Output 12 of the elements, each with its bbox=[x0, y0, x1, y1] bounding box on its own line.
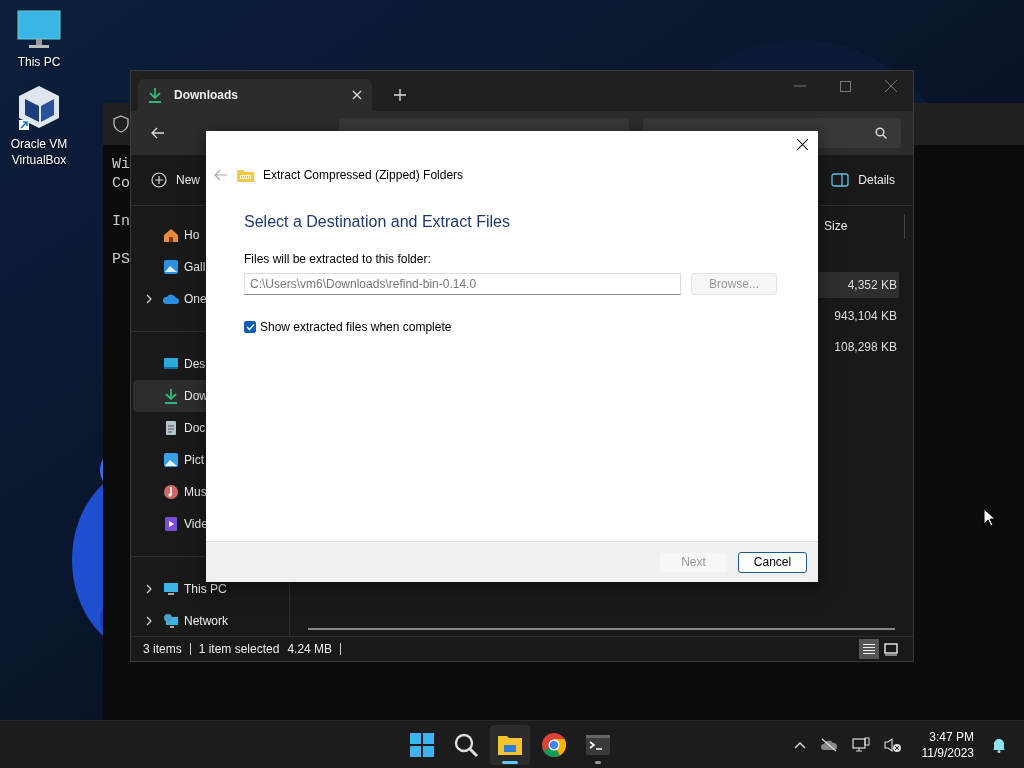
terminal-line: PS bbox=[112, 250, 130, 269]
size-cell-text: 108,298 KB bbox=[833, 339, 898, 356]
terminal-line: Co bbox=[112, 174, 130, 193]
item-count: 3 items bbox=[143, 642, 182, 656]
dialog-heading: Select a Destination and Extract Files bbox=[244, 213, 511, 231]
terminal-line: In bbox=[112, 212, 130, 231]
size-cell-text: 943,104 KB bbox=[833, 308, 898, 325]
field-label: Files will be extracted to this folder: bbox=[244, 252, 432, 266]
selection-size: 4.24 MB bbox=[287, 642, 333, 656]
dialog-title: Extract Compressed (Zipped) Folders bbox=[263, 168, 464, 182]
selection-info: 1 item selected bbox=[198, 642, 280, 656]
terminal-line: Wi bbox=[112, 155, 130, 174]
